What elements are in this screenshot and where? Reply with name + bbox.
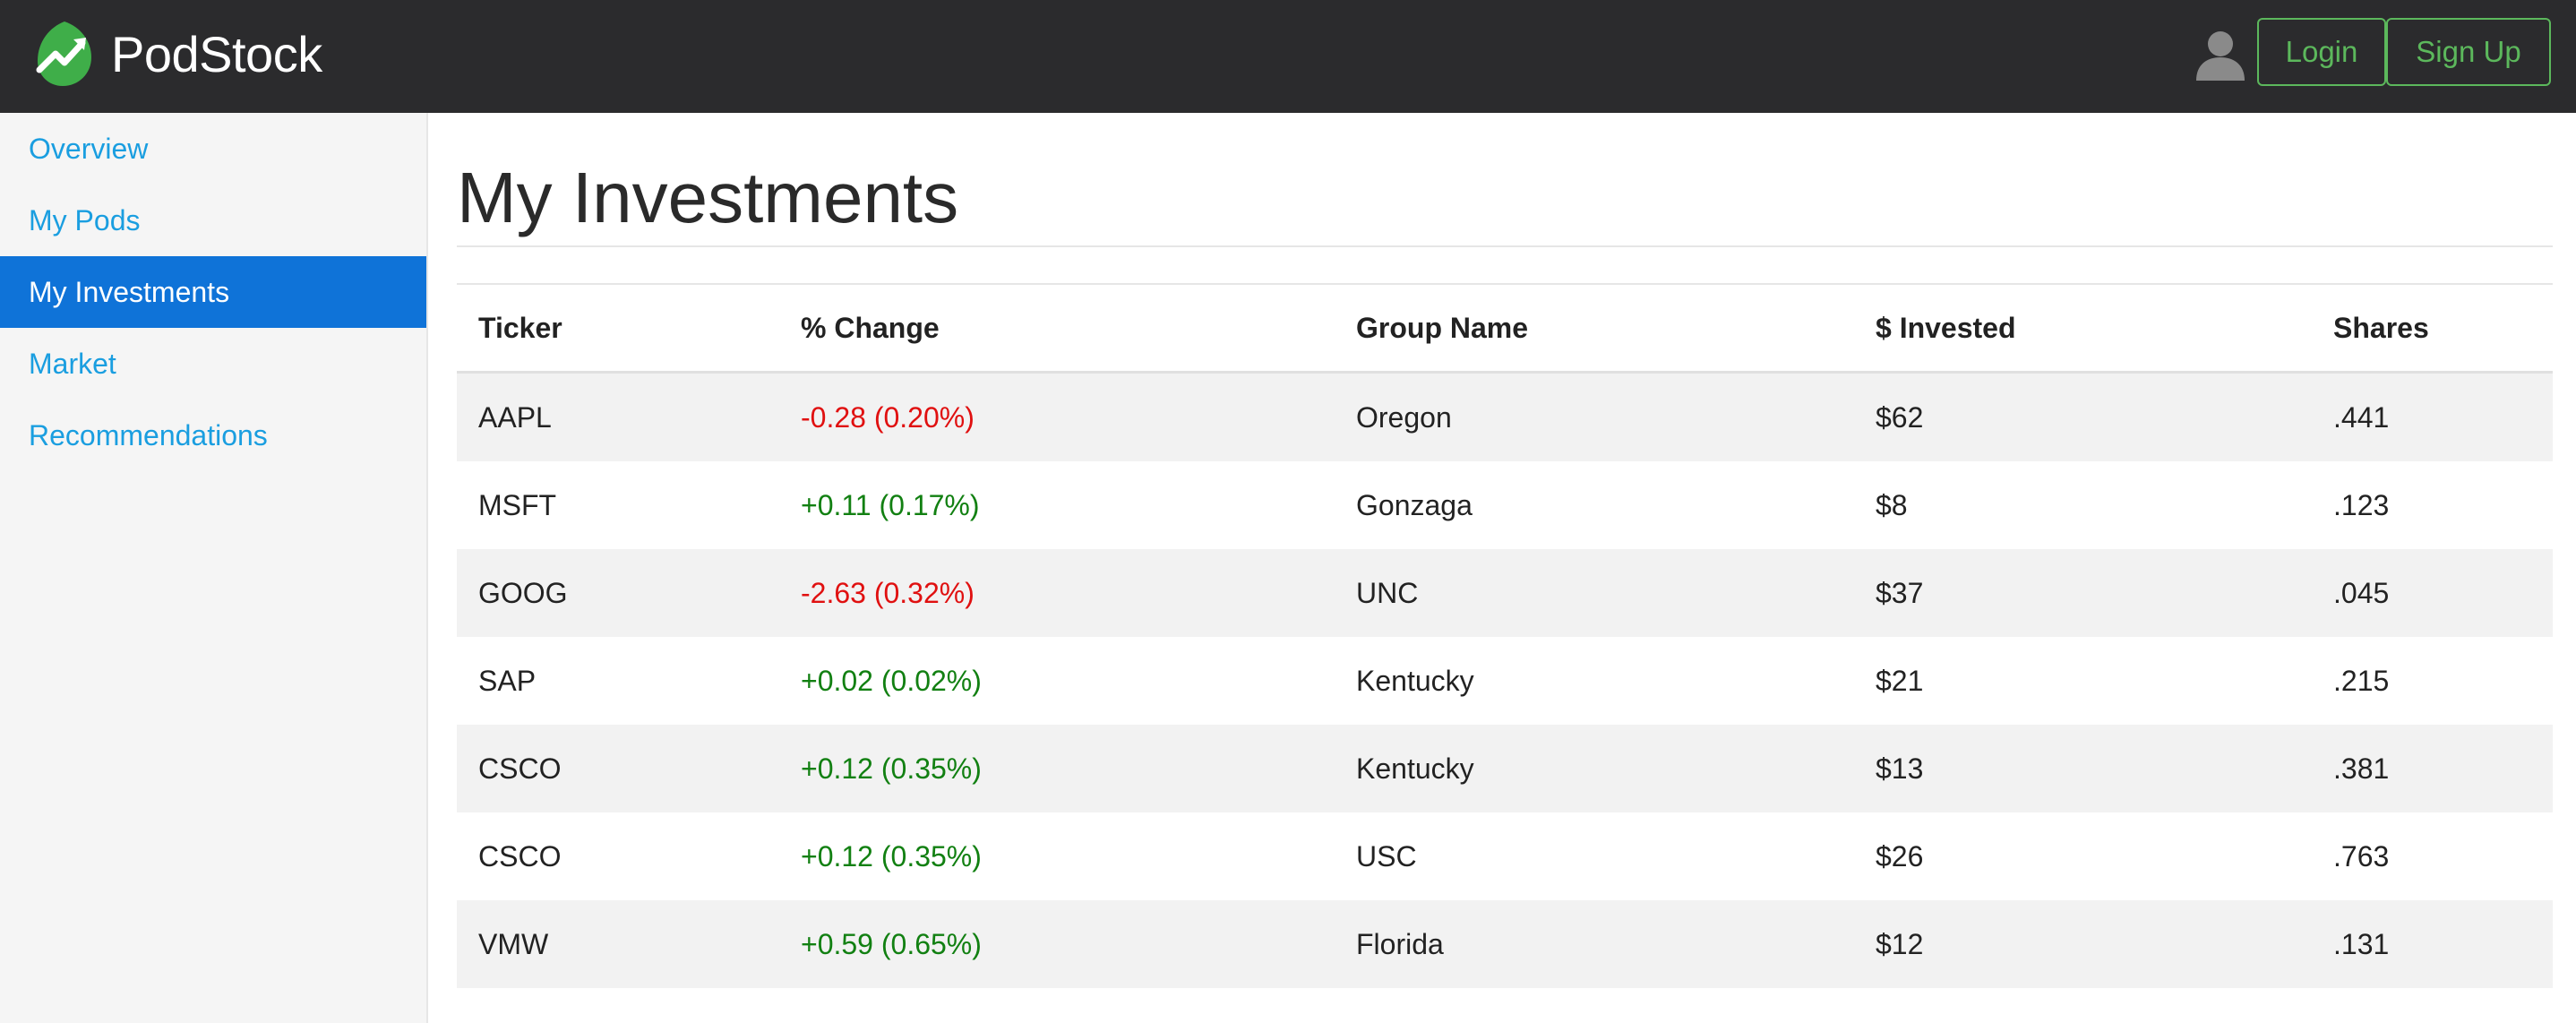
invested-cell: $37 — [1876, 576, 1924, 609]
invested-cell: $26 — [1876, 839, 1924, 873]
group-cell: Gonzaga — [1356, 488, 1473, 521]
shares-cell: .215 — [2333, 664, 2390, 697]
top-navbar: PodStock Login Sign Up — [0, 0, 2576, 113]
group-cell: Kentucky — [1356, 664, 1474, 697]
table-row: SAP +0.02 (0.02%) Kentucky $21 .215 — [457, 637, 2553, 725]
invested-cell: $21 — [1876, 664, 1924, 697]
table-row: CSCO +0.12 (0.35%) Kentucky $13 .381 — [457, 725, 2553, 812]
group-cell: UNC — [1356, 576, 1419, 609]
ticker-cell: CSCO — [478, 839, 562, 873]
title-divider — [457, 245, 2553, 247]
invested-cell: $62 — [1876, 400, 1924, 434]
investments-table: Ticker % Change Group Name $ Invested Sh… — [457, 283, 2553, 988]
group-cell: USC — [1356, 839, 1417, 873]
ticker-cell: SAP — [478, 664, 537, 697]
sidebar-item-market[interactable]: Market — [0, 328, 426, 400]
group-cell: Kentucky — [1356, 752, 1474, 785]
sidebar-item-recommendations[interactable]: Recommendations — [0, 400, 426, 471]
ticker-cell: VMW — [478, 927, 549, 960]
table-header-row: Ticker % Change Group Name $ Invested Sh… — [457, 284, 2553, 374]
column-header-change: % Change — [779, 284, 1335, 374]
user-icon[interactable] — [2193, 27, 2248, 82]
trending-up-leaf-logo-icon — [36, 21, 91, 86]
group-cell: Florida — [1356, 927, 1444, 960]
invested-cell: $13 — [1876, 752, 1924, 785]
change-cell: +0.11 (0.17%) — [801, 488, 980, 521]
table-row: CSCO +0.12 (0.35%) USC $26 .763 — [457, 812, 2553, 900]
ticker-cell: MSFT — [478, 488, 557, 521]
column-header-shares: Shares — [2312, 284, 2553, 374]
table-row: VMW +0.59 (0.65%) Florida $12 .131 — [457, 900, 2553, 988]
shares-cell: .381 — [2333, 752, 2390, 785]
ticker-cell: CSCO — [478, 752, 562, 785]
change-cell: +0.12 (0.35%) — [801, 752, 982, 785]
shares-cell: .045 — [2333, 576, 2390, 609]
shares-cell: .763 — [2333, 839, 2390, 873]
brand[interactable]: PodStock — [34, 9, 322, 99]
change-cell: -0.28 (0.20%) — [801, 400, 975, 434]
sidebar-item-my-investments[interactable]: My Investments — [0, 256, 426, 328]
login-button[interactable]: Login — [2257, 18, 2386, 86]
ticker-cell: GOOG — [478, 576, 568, 609]
signup-button[interactable]: Sign Up — [2386, 18, 2551, 86]
sidebar-item-overview[interactable]: Overview — [0, 113, 426, 185]
table-row: GOOG -2.63 (0.32%) UNC $37 .045 — [457, 549, 2553, 637]
group-cell: Oregon — [1356, 400, 1452, 434]
change-cell: +0.02 (0.02%) — [801, 664, 982, 697]
shares-cell: .441 — [2333, 400, 2390, 434]
column-header-group-name: Group Name — [1335, 284, 1854, 374]
shares-cell: .123 — [2333, 488, 2390, 521]
page-title: My Investments — [457, 158, 959, 237]
change-cell: +0.12 (0.35%) — [801, 839, 982, 873]
ticker-cell: AAPL — [478, 400, 552, 434]
brand-name: PodStock — [111, 25, 322, 82]
sidebar: Overview My Pods My Investments Market R… — [0, 113, 428, 1023]
column-header-invested: $ Invested — [1854, 284, 2312, 374]
column-header-ticker: Ticker — [457, 284, 779, 374]
main-content: My Investments Ticker % Change Group Nam… — [457, 113, 2553, 988]
change-cell: -2.63 (0.32%) — [801, 576, 975, 609]
table-row: MSFT +0.11 (0.17%) Gonzaga $8 .123 — [457, 461, 2553, 549]
invested-cell: $8 — [1876, 488, 1908, 521]
table-row: AAPL -0.28 (0.20%) Oregon $62 .441 — [457, 372, 2553, 461]
invested-cell: $12 — [1876, 927, 1924, 960]
change-cell: +0.59 (0.65%) — [801, 927, 982, 960]
shares-cell: .131 — [2333, 927, 2390, 960]
sidebar-item-my-pods[interactable]: My Pods — [0, 185, 426, 256]
